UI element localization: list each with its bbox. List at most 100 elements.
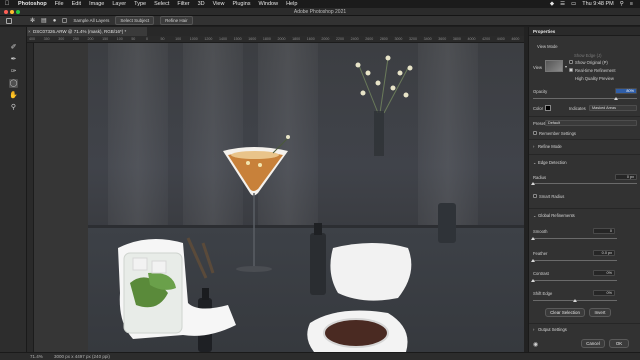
document-tabs: × DSC07326.ARW @ 71.4% (mask), RGB/16*) … xyxy=(27,27,524,36)
opacity-value[interactable]: 80% xyxy=(615,88,637,94)
zoom-window-button[interactable] xyxy=(16,10,20,14)
smooth-value[interactable]: 0 xyxy=(593,228,615,234)
ruler-tick-label: 3400 xyxy=(423,37,432,41)
close-tab-icon[interactable]: × xyxy=(28,27,31,36)
contrast-value[interactable]: 0% xyxy=(593,270,615,276)
menubar-clock[interactable]: Thu 9:48 PM xyxy=(579,1,617,7)
menu-file[interactable]: File xyxy=(51,0,68,8)
ruler-tick-label: 2400 xyxy=(350,37,359,41)
menu-plugins[interactable]: Plugins xyxy=(228,0,254,8)
feather-slider-track[interactable] xyxy=(533,260,617,261)
radius-slider-track[interactable] xyxy=(533,183,637,184)
wifi-icon[interactable]: ☰ xyxy=(557,1,568,7)
contrast-slider-knob[interactable] xyxy=(531,279,535,282)
color-label: Color xyxy=(533,106,544,111)
refine-mode-toggle-icon[interactable]: › xyxy=(533,144,534,149)
dropbox-icon[interactable]: ◆ xyxy=(547,1,557,7)
shift-edge-value[interactable]: 0% xyxy=(593,290,615,296)
mac-menubar:  Photoshop File Edit Image Layer Type S… xyxy=(0,0,640,8)
clear-selection-button[interactable]: Clear Selection xyxy=(545,308,585,317)
menu-3d[interactable]: 3D xyxy=(194,0,209,8)
view-dropdown-arrow-icon[interactable]: ▾ xyxy=(565,64,567,69)
smooth-slider-knob[interactable] xyxy=(531,237,535,240)
overlay-color-swatch[interactable] xyxy=(545,105,551,111)
menu-filter[interactable]: Filter xyxy=(173,0,193,8)
edge-detection-section[interactable]: Edge Detection xyxy=(538,160,567,165)
ok-button[interactable]: OK xyxy=(609,339,629,348)
ruler-tick-label: 1200 xyxy=(204,37,213,41)
refine-hair-button[interactable]: Refine Hair xyxy=(160,16,193,25)
search-icon[interactable]: ⚲ xyxy=(617,1,627,7)
menu-app[interactable]: Photoshop xyxy=(14,0,51,8)
properties-panel: Properties View Mode View ▾ Show Edge (J… xyxy=(528,27,640,352)
vertical-ruler[interactable] xyxy=(27,43,34,352)
document-tab[interactable]: × DSC07326.ARW @ 71.4% (mask), RGB/16*) … xyxy=(27,27,147,36)
brush-tool-icon[interactable]: ✑ xyxy=(9,67,18,76)
feather-value[interactable]: 0.0 px xyxy=(593,250,615,256)
sample-all-layers-checkbox[interactable] xyxy=(62,18,68,23)
smooth-slider-track[interactable] xyxy=(533,238,617,239)
brush-mode-icon[interactable]: ▤ xyxy=(41,17,47,24)
menu-help[interactable]: Help xyxy=(282,0,301,8)
select-subject-button[interactable]: Select Subject xyxy=(115,16,155,25)
close-window-button[interactable] xyxy=(4,10,8,14)
properties-panel-title[interactable]: Properties xyxy=(529,27,640,36)
smart-radius-checkbox[interactable] xyxy=(533,194,537,198)
zoom-tool-icon[interactable]: ⚲ xyxy=(9,103,18,112)
ruler-tick-label: 300 xyxy=(58,37,65,41)
menu-view[interactable]: View xyxy=(209,0,229,8)
opacity-slider-track[interactable] xyxy=(533,98,637,99)
martini-glass xyxy=(223,135,290,272)
brush-size-icon[interactable]: ● xyxy=(53,18,57,24)
canvas-area[interactable] xyxy=(34,43,524,352)
radius-slider-knob[interactable] xyxy=(531,182,535,185)
smooth-label: Smooth xyxy=(533,229,548,234)
lasso-tool-icon[interactable]: ◯ xyxy=(9,79,18,88)
menu-select[interactable]: Select xyxy=(150,0,173,8)
indicates-dropdown[interactable]: Masked Areas xyxy=(589,105,637,111)
minimize-window-button[interactable] xyxy=(10,10,14,14)
show-original-checkbox[interactable] xyxy=(569,60,573,64)
refine-settings-icon[interactable]: ◉ xyxy=(533,341,538,348)
invert-button[interactable]: Invert xyxy=(589,308,611,317)
menu-type[interactable]: Type xyxy=(130,0,150,8)
menu-layer[interactable]: Layer xyxy=(108,0,130,8)
opacity-slider-knob[interactable] xyxy=(614,97,619,100)
radius-value[interactable]: 0 px xyxy=(615,174,637,180)
global-refinements-section[interactable]: Global Refinements xyxy=(538,213,575,218)
contrast-slider-track[interactable] xyxy=(533,280,617,281)
quick-selection-tool-icon[interactable]: ✐ xyxy=(9,43,18,52)
show-edge-option[interactable]: Show Edge (J) xyxy=(574,53,601,58)
control-center-icon[interactable]: ≡ xyxy=(627,1,636,7)
current-tool-icon[interactable] xyxy=(6,18,12,24)
horizontal-ruler[interactable]: 400 350 300 250 200 150 100 50 0 50 100 1000 1200 140… xyxy=(27,36,524,43)
cancel-button[interactable]: Cancel xyxy=(581,339,605,348)
zoom-level[interactable]: 71.4% xyxy=(30,354,43,359)
hand-tool-icon[interactable]: ✋ xyxy=(9,91,18,100)
ruler-tick-label: 350 xyxy=(43,37,50,41)
edge-detection-toggle-icon[interactable]: ⌄ xyxy=(533,160,537,165)
shift-edge-slider-knob[interactable] xyxy=(573,299,577,302)
photo-mask-overlay[interactable] xyxy=(88,43,524,352)
refine-edge-brush-icon[interactable]: ✒ xyxy=(9,55,18,64)
tools-panel: ✐ ✒ ✑ ◯ ✋ ⚲ xyxy=(0,27,27,352)
realtime-refinement-checkbox[interactable] xyxy=(569,68,573,72)
feather-slider-knob[interactable] xyxy=(531,259,535,262)
ruler-tick-label: 3000 xyxy=(394,37,403,41)
menu-image[interactable]: Image xyxy=(85,0,108,8)
menu-edit[interactable]: Edit xyxy=(68,0,85,8)
document-size[interactable]: 3000 px x 4497 px (240 ppi) xyxy=(54,354,110,359)
apple-icon[interactable]:  xyxy=(0,1,14,7)
menu-window[interactable]: Window xyxy=(255,0,283,8)
flower-vase xyxy=(355,55,413,156)
global-refinements-toggle-icon[interactable]: ⌄ xyxy=(533,213,537,218)
battery-icon[interactable]: ▭ xyxy=(568,1,579,7)
preset-dropdown[interactable]: Default xyxy=(545,120,637,126)
ruler-tick-label: 0 xyxy=(145,37,148,41)
output-settings-section[interactable]: Output Settings xyxy=(538,327,567,332)
remember-settings-checkbox[interactable] xyxy=(533,131,537,135)
output-settings-toggle-icon[interactable]: › xyxy=(533,327,534,332)
view-mode-thumbnail[interactable] xyxy=(545,60,563,72)
refine-mode-section[interactable]: Refine Mode xyxy=(538,144,562,149)
brush-settings-icon[interactable]: ✻ xyxy=(30,17,35,24)
